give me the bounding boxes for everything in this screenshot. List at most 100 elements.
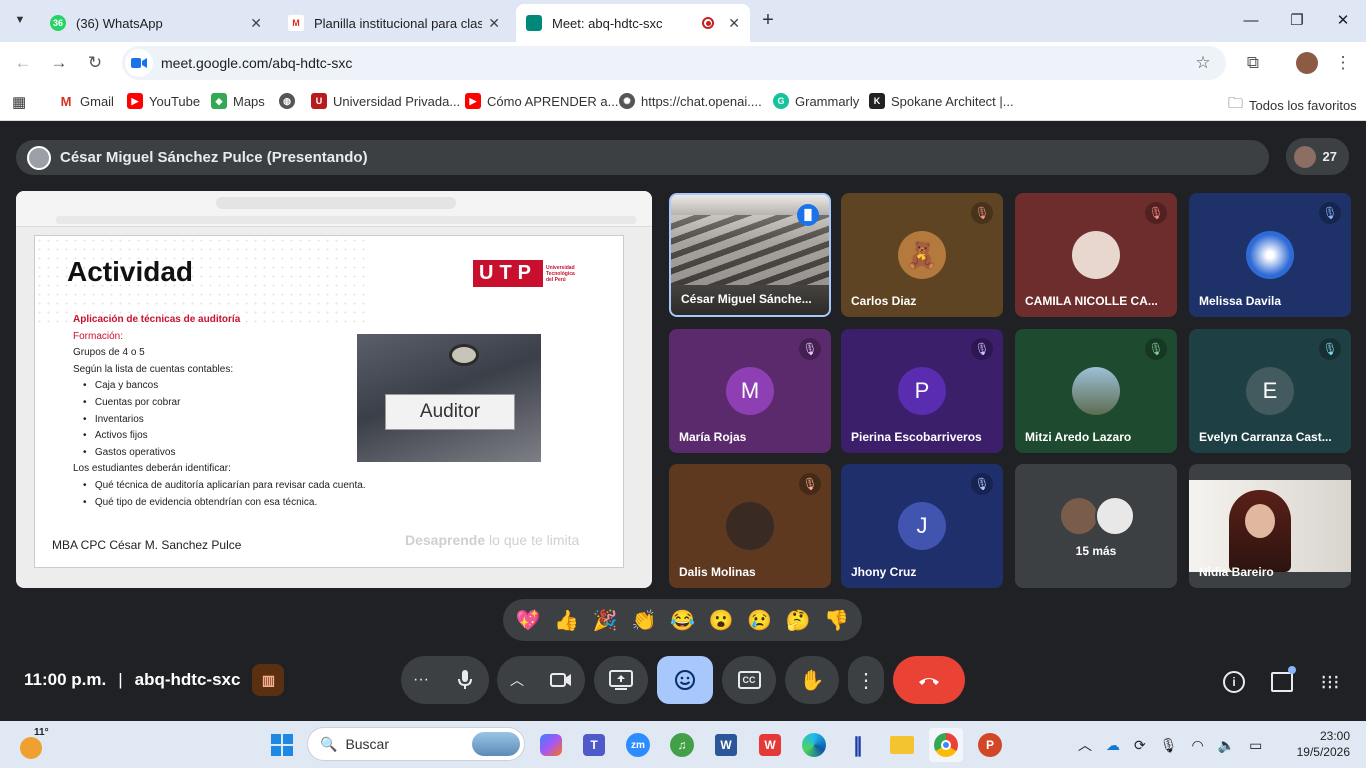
chevron-up-icon[interactable]: ︿ xyxy=(1078,735,1092,755)
edge-icon[interactable] xyxy=(797,728,831,762)
extensions-button[interactable]: ⧉ xyxy=(1240,50,1266,76)
participant-tile[interactable]: E 🎙 Evelyn Carranza Cast... xyxy=(1189,329,1351,453)
taskbar-search[interactable]: 🔍 Buscar xyxy=(307,727,525,761)
thinking-reaction[interactable]: 🤔 xyxy=(786,608,811,633)
host-controls-icon[interactable]: ▥ xyxy=(252,664,285,696)
leave-call-button[interactable] xyxy=(893,656,965,704)
tab-planilla[interactable]: M Planilla institucional para clase d ✕ xyxy=(278,4,510,42)
participant-tile[interactable]: M 🎙 María Rojas xyxy=(669,329,831,453)
avatar-letter: M xyxy=(726,367,774,415)
participant-tile[interactable]: Nidia Bareiro xyxy=(1189,464,1351,588)
teams-icon[interactable]: T xyxy=(577,728,611,762)
close-icon[interactable]: ✕ xyxy=(488,15,500,32)
participant-tile[interactable]: 🎙 Dalis Molinas xyxy=(669,464,831,588)
minimize-button[interactable]: — xyxy=(1228,0,1274,40)
sad-reaction[interactable]: 😢 xyxy=(747,608,772,633)
kebab-menu-icon: ⋮ xyxy=(856,669,876,692)
participant-tile[interactable]: 🎙 Mitzi Aredo Lazaro xyxy=(1015,329,1177,453)
gmail-icon: M xyxy=(58,93,74,109)
app-green-icon[interactable]: ♫ xyxy=(665,728,699,762)
back-button[interactable]: ← xyxy=(10,50,36,76)
more-audio-options-button[interactable]: ··· xyxy=(401,671,441,689)
surprised-reaction[interactable]: 😮 xyxy=(709,608,734,633)
activities-button[interactable]: ⁝⁝⁝ xyxy=(1314,666,1346,698)
camera-button[interactable] xyxy=(537,656,585,704)
wps-icon[interactable]: W xyxy=(753,728,787,762)
address-bar[interactable]: meet.google.com/abq-hdtc-sxc xyxy=(122,46,1226,80)
laugh-reaction[interactable]: 😂 xyxy=(670,608,695,633)
microphone-icon xyxy=(458,670,472,689)
captions-button[interactable]: CC xyxy=(722,656,776,704)
bookmark-label: YouTube xyxy=(149,93,201,109)
party-reaction[interactable]: 🎉 xyxy=(593,608,618,633)
start-button[interactable] xyxy=(265,728,299,762)
shared-address-bar xyxy=(216,197,456,209)
thumbs-up-reaction[interactable]: 👍 xyxy=(554,608,579,633)
bookmark-grammarly[interactable]: G Grammarly xyxy=(773,93,859,109)
volume-icon[interactable]: 🔈 xyxy=(1218,737,1235,754)
restore-button[interactable]: ❐ xyxy=(1274,0,1320,40)
bookmark-globe[interactable]: ◍ xyxy=(279,93,301,109)
tab-search-button[interactable]: ▼ xyxy=(8,8,32,32)
thumbs-down-reaction[interactable]: 👎 xyxy=(824,608,849,633)
bookmark-gmail[interactable]: M Gmail xyxy=(58,93,114,109)
camera-options-chevron[interactable]: ︿ xyxy=(497,670,537,690)
slide-bullet: • Qué tipo de evidencia obtendrían con e… xyxy=(83,496,318,508)
microphone-button[interactable] xyxy=(441,656,489,704)
shared-browser-chrome xyxy=(16,191,652,227)
notification-dot xyxy=(1288,666,1296,674)
participants-button[interactable]: 27 xyxy=(1286,138,1349,175)
apps-button[interactable]: ▦ xyxy=(12,93,26,111)
onedrive-icon[interactable]: ☁ xyxy=(1106,737,1120,754)
participant-tile[interactable]: 🎙 Melissa Davila xyxy=(1189,193,1351,317)
profile-avatar[interactable] xyxy=(1296,52,1318,74)
zoom-icon[interactable]: zm xyxy=(621,728,655,762)
forward-button[interactable]: → xyxy=(46,50,72,76)
file-explorer-icon[interactable] xyxy=(885,728,919,762)
copilot-icon[interactable] xyxy=(534,728,568,762)
microphone-icon[interactable]: 🎙 xyxy=(1160,737,1178,754)
participant-tile[interactable]: P 🎙 Pierina Escobarriveros xyxy=(841,329,1003,453)
powerpoint-icon[interactable]: P xyxy=(973,728,1007,762)
participant-tile[interactable]: 🧸 🎙 Carlos Diaz xyxy=(841,193,1003,317)
new-tab-button[interactable]: + xyxy=(756,8,780,32)
close-icon[interactable]: ✕ xyxy=(728,15,740,32)
sparkling-heart-reaction[interactable]: 💖 xyxy=(516,608,541,633)
close-window-button[interactable]: ✕ xyxy=(1320,0,1366,40)
weather-widget[interactable]: 11° xyxy=(18,727,58,763)
chat-button[interactable] xyxy=(1266,666,1298,698)
wifi-icon[interactable]: ◠ xyxy=(1192,737,1204,754)
bookmark-aprender[interactable]: ▶ Cómo APRENDER a... xyxy=(465,93,619,109)
bookmark-youtube[interactable]: ▶ YouTube xyxy=(127,93,200,109)
reactions-bar: 💖 👍 🎉 👏 😂 😮 😢 🤔 👎 xyxy=(503,599,862,641)
present-screen-button[interactable] xyxy=(594,656,648,704)
word-icon[interactable]: W xyxy=(709,728,743,762)
bookmark-universidad[interactable]: U Universidad Privada... xyxy=(311,93,460,109)
clock[interactable]: 23:00 19/5/2026 xyxy=(1290,728,1350,760)
battery-icon[interactable]: ▭ xyxy=(1249,737,1262,754)
more-options-button[interactable]: ⋮ xyxy=(848,656,884,704)
bookmark-chatgpt[interactable]: ✺ https://chat.openai.... xyxy=(619,93,762,109)
participant-tile[interactable]: ▐▌ César Miguel Sánche... xyxy=(669,193,831,317)
menu-button[interactable]: ⋮ xyxy=(1330,50,1356,76)
bookmark-star-button[interactable]: ☆ xyxy=(1190,50,1216,76)
all-bookmarks-folder[interactable]: 🗀 Todos los favoritos xyxy=(1228,93,1357,118)
tab-meet[interactable]: Meet: abq-hdtc-sxc ✕ xyxy=(516,4,750,42)
participant-tile[interactable]: 🎙 CAMILA NICOLLE CA... xyxy=(1015,193,1177,317)
tab-whatsapp[interactable]: 36 (36) WhatsApp ✕ xyxy=(40,4,272,42)
reload-button[interactable]: ↻ xyxy=(82,50,108,76)
more-participants-tile[interactable]: 15 más xyxy=(1015,464,1177,588)
sync-icon[interactable]: ⟳ xyxy=(1134,737,1146,754)
mic-muted-icon: 🎙 xyxy=(971,473,993,495)
meeting-details-button[interactable]: i xyxy=(1218,666,1250,698)
bookmark-maps[interactable]: ◆ Maps xyxy=(211,93,265,109)
participant-tile[interactable]: J 🎙 Jhony Cruz xyxy=(841,464,1003,588)
pen-app-icon[interactable]: ∥ xyxy=(841,728,875,762)
chrome-icon[interactable] xyxy=(929,728,963,762)
bookmark-spokane[interactable]: K Spokane Architect |... xyxy=(869,93,1014,109)
clap-reaction[interactable]: 👏 xyxy=(631,608,656,633)
close-icon[interactable]: ✕ xyxy=(250,15,262,32)
emoji-reactions-button[interactable] xyxy=(657,656,713,704)
taskbar: 11° 🔍 Buscar T zm ♫ W W ∥ P ︿ ☁ ⟳ 🎙 ◠ 🔈 … xyxy=(0,721,1366,768)
raise-hand-button[interactable]: ✋ xyxy=(785,656,839,704)
